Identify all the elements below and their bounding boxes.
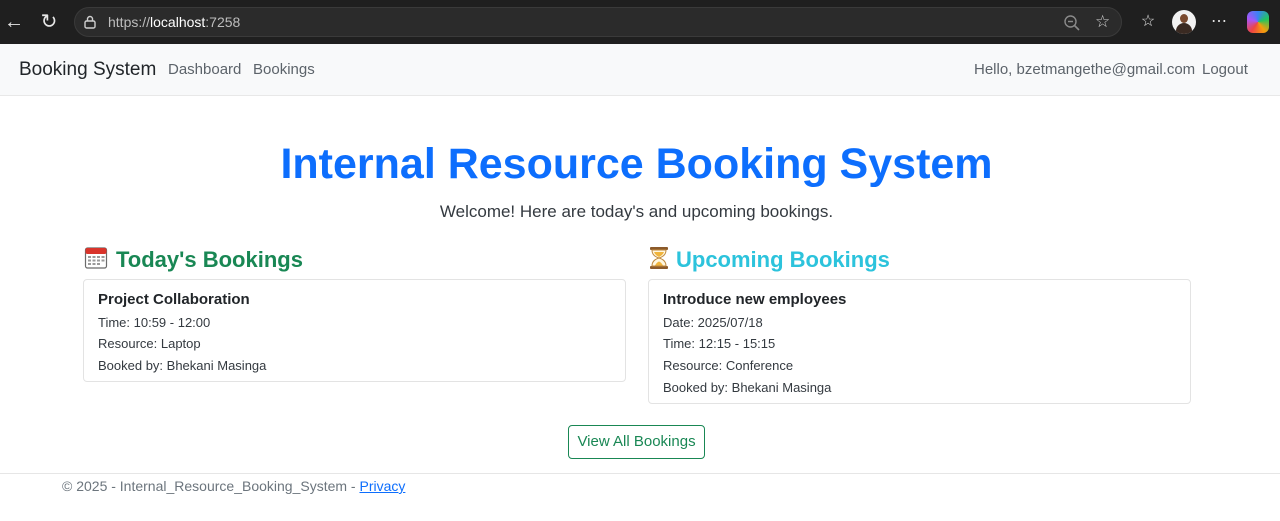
brand-link[interactable]: Booking System bbox=[19, 59, 156, 81]
nav-bookings[interactable]: Bookings bbox=[253, 61, 315, 78]
url-port: :7258 bbox=[205, 14, 241, 30]
lock-icon[interactable] bbox=[84, 15, 96, 29]
page: Booking System Dashboard Bookings Hello,… bbox=[0, 44, 1280, 521]
reload-icon[interactable]: ↻ bbox=[37, 10, 61, 34]
more-options-icon[interactable]: ⋯ bbox=[1208, 11, 1230, 33]
privacy-link[interactable]: Privacy bbox=[359, 478, 405, 494]
zoom-icon[interactable] bbox=[1063, 14, 1081, 32]
booking-time: Time: 10:59 - 12:00 bbox=[98, 315, 211, 330]
user-greeting[interactable]: Hello, bzetmangethe@gmail.com bbox=[974, 61, 1195, 78]
favorite-star-icon[interactable]: ☆ bbox=[1095, 13, 1113, 31]
logout-button[interactable]: Logout bbox=[1202, 61, 1248, 78]
copilot-icon[interactable] bbox=[1247, 11, 1269, 33]
footer-divider bbox=[0, 473, 1280, 474]
browser-toolbar: ← ↻ https://localhost:7258 ☆ ☆ ⋯ bbox=[0, 0, 1280, 44]
upcoming-bookings-heading: Upcoming Bookings bbox=[648, 246, 890, 276]
avatar-body bbox=[1176, 23, 1192, 34]
hourglass-icon bbox=[648, 246, 670, 276]
booking-title: Project Collaboration bbox=[98, 291, 250, 308]
calendar-icon bbox=[84, 246, 108, 276]
todays-bookings-heading: Today's Bookings bbox=[84, 246, 303, 276]
page-subtitle: Welcome! Here are today's and upcoming b… bbox=[439, 202, 834, 221]
upcoming-bookings-label: Upcoming Bookings bbox=[676, 246, 890, 272]
page-title: Internal Resource Booking System bbox=[280, 140, 993, 188]
navbar: Booking System Dashboard Bookings Hello,… bbox=[0, 44, 1280, 96]
nav-dashboard[interactable]: Dashboard bbox=[168, 61, 241, 78]
booking-date: Date: 2025/07/18 bbox=[663, 315, 763, 330]
footer-copyright: © 2025 - Internal_Resource_Booking_Syste… bbox=[62, 478, 360, 494]
avatar-head bbox=[1180, 14, 1188, 23]
url-scheme: https:// bbox=[108, 14, 151, 30]
booking-resource: Resource: Conference bbox=[663, 358, 794, 373]
booking-time: Time: 12:15 - 15:15 bbox=[663, 336, 776, 351]
url-host: localhost bbox=[150, 14, 206, 30]
profile-avatar[interactable] bbox=[1172, 10, 1196, 34]
booking-title: Introduce new employees bbox=[663, 291, 847, 308]
todays-bookings-label: Today's Bookings bbox=[116, 246, 303, 272]
view-all-bookings-button[interactable]: View All Bookings bbox=[568, 425, 705, 459]
booking-booked-by: Booked by: Bhekani Masinga bbox=[98, 358, 267, 373]
back-arrow-icon[interactable]: ← bbox=[2, 10, 26, 34]
booking-resource: Resource: Laptop bbox=[98, 336, 201, 351]
favorites-icon[interactable]: ☆ bbox=[1137, 11, 1159, 33]
address-bar[interactable]: https://localhost:7258 ☆ bbox=[74, 7, 1122, 37]
booking-booked-by: Booked by: Bhekani Masinga bbox=[663, 380, 832, 395]
booking-card: Introduce new employees Date: 2025/07/18… bbox=[648, 279, 1191, 404]
footer: © 2025 - Internal_Resource_Booking_Syste… bbox=[62, 478, 405, 494]
booking-card: Project Collaboration Time: 10:59 - 12:0… bbox=[83, 279, 626, 382]
url-text[interactable]: https://localhost:7258 bbox=[108, 14, 240, 30]
